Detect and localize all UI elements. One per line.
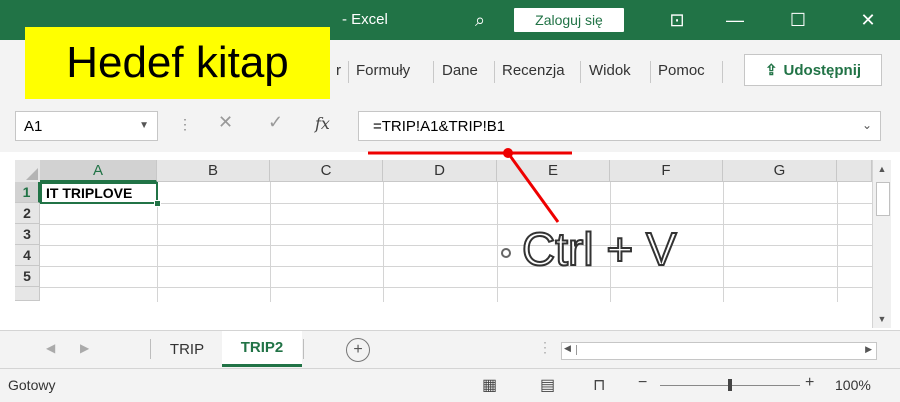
bullet-icon bbox=[501, 248, 511, 258]
annotation-pointer bbox=[368, 148, 572, 223]
shortcut-annotation: Ctrl + V bbox=[521, 222, 678, 276]
